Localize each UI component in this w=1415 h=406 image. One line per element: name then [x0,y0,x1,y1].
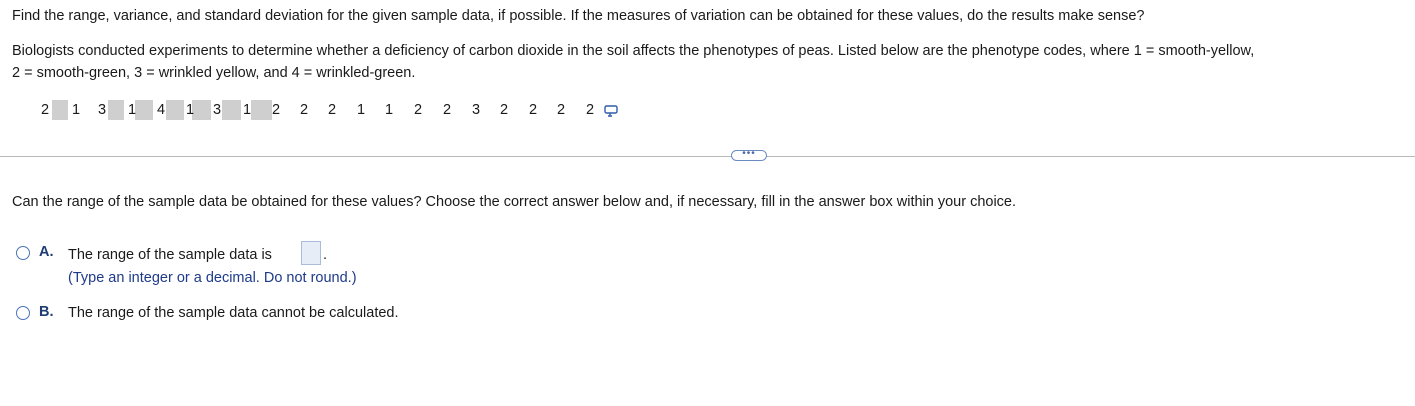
prompt-text: Can the range of the sample data be obta… [12,194,1017,210]
copy-data-icon[interactable] [604,104,618,118]
data-value: 2 [586,102,595,118]
data-value: 2 [41,102,50,118]
more-dots-icon: ••• [742,148,756,159]
data-value: 2 [300,102,309,118]
data-value: 2 [529,102,538,118]
section-divider [0,156,1415,157]
context-text-line2: 2 = smooth-green, 3 = wrinkled yellow, a… [12,65,416,81]
data-value: 4 [157,102,166,118]
data-value: 1 [186,102,195,118]
data-value: 3 [213,102,222,118]
data-value: 2 [500,102,509,118]
expand-button[interactable]: ••• [731,148,767,161]
data-highlight [52,100,68,120]
data-value: 1 [243,102,252,118]
data-highlight [135,100,153,120]
data-highlight [166,100,184,120]
data-value: 2 [414,102,423,118]
data-value: 3 [472,102,481,118]
answer-hint: (Type an integer or a decimal. Do not ro… [68,270,357,286]
option-b-radio[interactable] [16,306,30,320]
option-a-letter: A. [39,244,54,260]
option-a-suffix: . [323,247,328,263]
option-b-letter: B. [39,304,54,320]
option-a-radio[interactable] [16,246,30,260]
sample-data-row: 2 1 3 1 4 1 3 1 2 2 2 1 1 2 2 3 2 2 2 2 [0,100,700,120]
data-highlight [192,100,211,120]
data-value: 1 [72,102,81,118]
range-answer-input[interactable] [301,241,321,265]
data-highlight [222,100,241,120]
data-value: 2 [328,102,337,118]
option-a-text: The range of the sample data is [68,247,272,263]
data-value: 2 [443,102,452,118]
context-text-line1: Biologists conducted experiments to dete… [12,43,1255,59]
data-value: 2 [557,102,566,118]
data-highlight [251,100,272,120]
data-value: 1 [385,102,394,118]
data-value: 2 [272,102,281,118]
data-highlight [108,100,124,120]
data-value: 3 [98,102,107,118]
option-b-text: The range of the sample data cannot be c… [68,305,399,321]
data-value: 1 [128,102,137,118]
data-value: 1 [357,102,366,118]
question-text: Find the range, variance, and standard d… [12,8,1145,24]
